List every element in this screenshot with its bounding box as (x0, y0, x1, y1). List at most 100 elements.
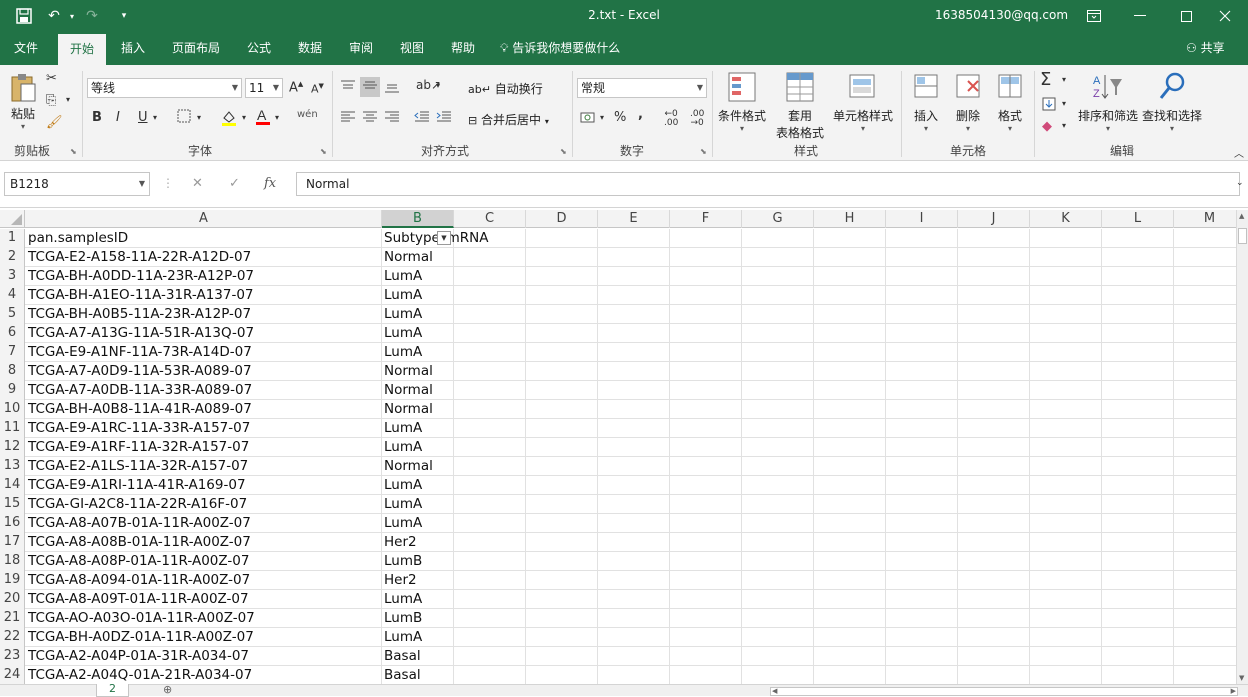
currency-dropdown-icon[interactable]: ▾ (600, 113, 604, 122)
bold-button[interactable]: B (92, 110, 102, 125)
empty-cell[interactable] (1030, 647, 1102, 666)
italic-button[interactable]: I (116, 110, 120, 125)
empty-cell[interactable] (1102, 286, 1174, 305)
tell-me-search[interactable]: 💡︎ 告诉我你想要做什么 (500, 32, 620, 65)
cell-a[interactable]: TCGA-BH-A0B5-11A-23R-A12P-07 (26, 305, 382, 324)
empty-cell[interactable] (886, 514, 958, 533)
empty-cell[interactable] (1030, 286, 1102, 305)
empty-cell[interactable] (814, 552, 886, 571)
empty-cell[interactable] (454, 552, 526, 571)
share-button[interactable]: ⚇ 共享 (1186, 32, 1225, 65)
empty-cell[interactable] (1102, 571, 1174, 590)
empty-cell[interactable] (598, 438, 670, 457)
empty-cell[interactable] (1102, 609, 1174, 628)
empty-cell[interactable] (670, 343, 742, 362)
empty-cell[interactable] (598, 476, 670, 495)
empty-cell[interactable] (670, 571, 742, 590)
empty-cell[interactable] (670, 362, 742, 381)
row-header[interactable]: 16 (0, 514, 25, 533)
fill-dropdown-icon[interactable]: ▾ (242, 113, 246, 122)
sheet-tab-2[interactable]: 2 (96, 683, 129, 697)
cell-b[interactable]: Her2 (382, 533, 454, 552)
format-as-table-button[interactable]: 套用 表格格式 (770, 71, 830, 141)
column-header-b[interactable]: B (382, 210, 454, 228)
tab-formulas[interactable]: 公式 (236, 32, 282, 65)
empty-cell[interactable] (814, 229, 886, 248)
empty-cell[interactable] (1174, 476, 1236, 495)
empty-cell[interactable] (454, 495, 526, 514)
empty-cell[interactable] (454, 229, 526, 248)
empty-cell[interactable] (1174, 229, 1236, 248)
font-name-select[interactable]: 等线 ▼ (87, 78, 242, 98)
delete-cells-button[interactable]: 删除 ▾ (948, 71, 988, 133)
ribbon-display-icon[interactable] (1071, 0, 1117, 32)
empty-cell[interactable] (1174, 286, 1236, 305)
empty-cell[interactable] (598, 590, 670, 609)
empty-cell[interactable] (814, 248, 886, 267)
cell-a[interactable]: TCGA-A7-A0DB-11A-33R-A089-07 (26, 381, 382, 400)
empty-cell[interactable] (886, 438, 958, 457)
empty-cell[interactable] (742, 457, 814, 476)
empty-cell[interactable] (1030, 514, 1102, 533)
empty-cell[interactable] (1174, 457, 1236, 476)
font-launcher-icon[interactable]: ⬊ (320, 147, 327, 156)
empty-cell[interactable] (454, 248, 526, 267)
empty-cell[interactable] (454, 419, 526, 438)
empty-cell[interactable] (958, 324, 1030, 343)
empty-cell[interactable] (742, 305, 814, 324)
empty-cell[interactable] (886, 495, 958, 514)
empty-cell[interactable] (814, 647, 886, 666)
font-color-dropdown-icon[interactable]: ▾ (275, 113, 279, 122)
select-all-corner[interactable] (0, 210, 25, 228)
insert-function-icon[interactable]: fx (264, 176, 276, 191)
empty-cell[interactable] (1102, 476, 1174, 495)
empty-cell[interactable] (814, 343, 886, 362)
borders-icon[interactable] (177, 109, 191, 127)
empty-cell[interactable] (814, 267, 886, 286)
empty-cell[interactable] (742, 267, 814, 286)
cell-a[interactable]: TCGA-A2-A04Q-01A-21R-A034-07 (26, 666, 382, 684)
comma-button[interactable]: , (638, 107, 643, 122)
empty-cell[interactable] (1174, 343, 1236, 362)
empty-cell[interactable] (598, 381, 670, 400)
copy-dropdown-icon[interactable]: ▾ (66, 95, 70, 104)
row-header[interactable]: 11 (0, 419, 25, 438)
column-header-i[interactable]: I (886, 210, 958, 228)
autosum-icon[interactable]: Σ (1040, 69, 1051, 90)
empty-cell[interactable] (886, 324, 958, 343)
empty-cell[interactable] (814, 305, 886, 324)
empty-cell[interactable] (958, 628, 1030, 647)
empty-cell[interactable] (1030, 343, 1102, 362)
empty-cell[interactable] (958, 647, 1030, 666)
tab-review[interactable]: 审阅 (338, 32, 384, 65)
empty-cell[interactable] (742, 628, 814, 647)
empty-cell[interactable] (814, 666, 886, 684)
empty-cell[interactable] (742, 609, 814, 628)
column-header-c[interactable]: C (454, 210, 526, 228)
column-header-d[interactable]: D (526, 210, 598, 228)
tab-page-layout[interactable]: 页面布局 (164, 32, 228, 65)
empty-cell[interactable] (1030, 229, 1102, 248)
minimize-icon[interactable] (1117, 0, 1163, 32)
empty-cell[interactable] (1174, 438, 1236, 457)
empty-cell[interactable] (1174, 381, 1236, 400)
add-sheet-icon[interactable]: ⊕ (163, 684, 172, 695)
empty-cell[interactable] (598, 362, 670, 381)
empty-cell[interactable] (958, 400, 1030, 419)
align-center-icon[interactable] (362, 111, 378, 127)
clipboard-launcher-icon[interactable]: ⬊ (70, 147, 77, 156)
align-right-icon[interactable] (384, 111, 400, 127)
clear-dropdown-icon[interactable]: ▾ (1062, 121, 1066, 130)
empty-cell[interactable] (670, 552, 742, 571)
scroll-up-icon[interactable]: ▲ (1239, 212, 1244, 220)
empty-cell[interactable] (526, 286, 598, 305)
empty-cell[interactable] (598, 514, 670, 533)
find-select-button[interactable]: 查找和选择 ▾ (1140, 71, 1204, 133)
empty-cell[interactable] (814, 476, 886, 495)
cell-a[interactable]: TCGA-E2-A158-11A-22R-A12D-07 (26, 248, 382, 267)
cell-b[interactable]: Normal (382, 400, 454, 419)
cell-a[interactable]: TCGA-BH-A0DZ-01A-11R-A00Z-07 (26, 628, 382, 647)
increase-font-icon[interactable]: A▲ (289, 80, 303, 95)
empty-cell[interactable] (454, 533, 526, 552)
empty-cell[interactable] (598, 267, 670, 286)
